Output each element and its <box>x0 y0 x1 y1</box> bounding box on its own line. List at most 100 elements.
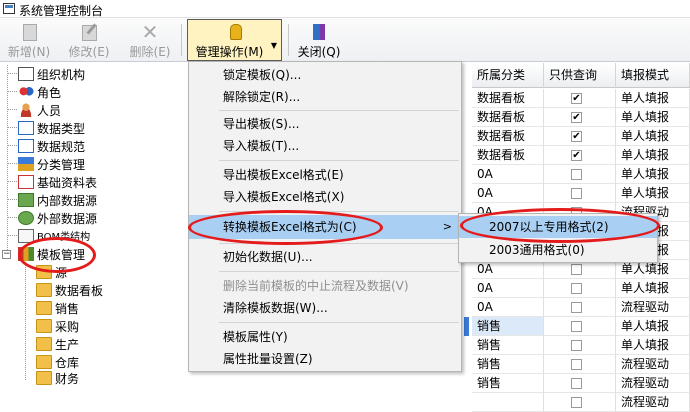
query-only-checkbox[interactable] <box>571 283 582 294</box>
query-only-checkbox[interactable]: ✔ <box>571 150 582 161</box>
menu-item-clear-data[interactable]: 清除模板数据(W)... <box>189 297 461 319</box>
table-row[interactable]: 销售 流程驱动 <box>472 355 690 374</box>
cell-fill-mode[interactable]: 单人填报 <box>616 108 690 127</box>
cell-query-only <box>544 336 616 355</box>
cell-category[interactable]: 0A <box>472 184 544 203</box>
title-bar: 系统管理控制台 <box>0 0 690 18</box>
cell-fill-mode[interactable]: 单人填报 <box>616 165 690 184</box>
delete-button[interactable]: ✕ 删除(E) <box>125 20 175 60</box>
bom-icon <box>18 229 34 243</box>
cell-category[interactable]: 销售 <box>472 355 544 374</box>
cell-fill-mode[interactable]: 单人填报 <box>616 89 690 108</box>
app-icon <box>3 3 15 14</box>
query-only-checkbox[interactable] <box>571 188 582 199</box>
menu-item-import-excel[interactable]: 导入模板Excel格式(X) <box>189 186 461 208</box>
table-row[interactable]: 0A 流程驱动 <box>472 298 690 317</box>
cell-fill-mode[interactable]: 流程驱动 <box>616 393 690 412</box>
cell-query-only <box>544 279 616 298</box>
cell-category[interactable]: 数据看板 <box>472 89 544 108</box>
table-row[interactable]: 销售 流程驱动 <box>472 374 690 393</box>
cell-query-only: ✔ <box>544 146 616 165</box>
table-row[interactable]: 数据看板 ✔ 单人填报 <box>472 146 690 165</box>
collapse-toggle[interactable]: − <box>2 250 11 259</box>
cell-fill-mode[interactable]: 流程驱动 <box>616 298 690 317</box>
cell-query-only <box>544 184 616 203</box>
cell-fill-mode[interactable]: 单人填报 <box>616 279 690 298</box>
cell-query-only <box>544 374 616 393</box>
cell-fill-mode[interactable]: 流程驱动 <box>616 355 690 374</box>
cell-fill-mode[interactable]: 单人填报 <box>616 336 690 355</box>
submenu-item-2003[interactable]: 2003通用格式(0) <box>459 239 657 261</box>
menu-item-delete-aborted[interactable]: 删除当前模板的中止流程及数据(V) <box>189 275 461 297</box>
folder-icon <box>36 265 52 279</box>
cell-category[interactable]: 销售 <box>472 374 544 393</box>
menu-item-init-data[interactable]: 初始化数据(U)... <box>189 246 461 268</box>
query-only-checkbox[interactable] <box>571 340 582 351</box>
cell-query-only: ✔ <box>544 127 616 146</box>
manage-icon <box>224 23 246 41</box>
folder-icon <box>36 355 52 369</box>
query-only-checkbox[interactable] <box>571 321 582 332</box>
submenu-arrow-icon: > <box>442 220 452 233</box>
menu-item-export-excel[interactable]: 导出模板Excel格式(E) <box>189 164 461 186</box>
new-button[interactable]: 新增(N) <box>4 20 54 60</box>
cell-category[interactable]: 0A <box>472 165 544 184</box>
query-only-checkbox[interactable] <box>571 397 582 408</box>
cell-query-only <box>544 298 616 317</box>
cell-query-only: ✔ <box>544 108 616 127</box>
close-door-icon <box>308 23 330 41</box>
cell-category[interactable]: 销售 <box>472 336 544 355</box>
cell-fill-mode[interactable]: 单人填报 <box>616 146 690 165</box>
cell-query-only <box>544 393 616 412</box>
query-only-checkbox[interactable] <box>571 264 582 275</box>
menu-item-lock-template[interactable]: 锁定模板(Q)... <box>189 64 461 86</box>
cell-category[interactable]: 0A <box>472 298 544 317</box>
cell-fill-mode[interactable]: 流程驱动 <box>616 374 690 393</box>
table-row[interactable]: 0A 单人填报 <box>472 184 690 203</box>
cell-category[interactable]: 数据看板 <box>472 108 544 127</box>
menu-item-export-template[interactable]: 导出模板(S)... <box>189 113 461 135</box>
table-row[interactable]: 流程驱动 <box>472 393 690 412</box>
cell-fill-mode[interactable]: 单人填报 <box>616 184 690 203</box>
query-only-checkbox[interactable]: ✔ <box>571 131 582 142</box>
org-chart-icon <box>18 67 34 81</box>
menu-item-convert-excel[interactable]: 转换模板Excel格式为(C) > <box>189 215 461 239</box>
cell-fill-mode[interactable]: 单人填报 <box>616 127 690 146</box>
cell-category[interactable]: 数据看板 <box>472 127 544 146</box>
folder-icon <box>36 371 52 385</box>
submenu-item-2007[interactable]: 2007以上专用格式(2) <box>459 216 657 238</box>
manage-ops-button[interactable]: 管理操作(M) ▼ <box>187 19 282 61</box>
cell-category[interactable]: 销售 <box>472 317 544 336</box>
edit-button[interactable]: 修改(E) <box>64 20 114 60</box>
table-row[interactable]: 数据看板 ✔ 单人填报 <box>472 89 690 108</box>
roles-icon <box>18 85 34 99</box>
query-only-checkbox[interactable] <box>571 169 582 180</box>
cell-fill-mode[interactable]: 单人填报 <box>616 317 690 336</box>
cell-query-only: ✔ <box>544 89 616 108</box>
query-only-checkbox[interactable] <box>571 302 582 313</box>
template-icon <box>18 247 34 261</box>
query-only-checkbox[interactable] <box>571 359 582 370</box>
column-header-category[interactable]: 所属分类 <box>472 63 544 88</box>
menu-item-template-props[interactable]: 模板属性(Y) <box>189 326 461 348</box>
cell-category[interactable]: 0A <box>472 279 544 298</box>
external-source-icon <box>18 211 34 225</box>
query-only-checkbox[interactable]: ✔ <box>571 112 582 123</box>
menu-item-import-template[interactable]: 导入模板(T)... <box>189 135 461 157</box>
query-only-checkbox[interactable]: ✔ <box>571 93 582 104</box>
column-header-query-only[interactable]: 只供查询 <box>544 63 616 88</box>
table-row[interactable]: 销售 单人填报 <box>464 317 690 336</box>
menu-item-batch-props[interactable]: 属性批量设置(Z) <box>189 348 461 370</box>
table-row[interactable]: 数据看板 ✔ 单人填报 <box>472 108 690 127</box>
toolbar-separator <box>288 24 289 56</box>
table-row[interactable]: 数据看板 ✔ 单人填报 <box>472 127 690 146</box>
cell-category[interactable]: 数据看板 <box>472 146 544 165</box>
column-header-fill-mode[interactable]: 填报模式 <box>616 63 690 88</box>
menu-item-unlock[interactable]: 解除锁定(R)... <box>189 86 461 108</box>
table-row[interactable]: 销售 单人填报 <box>472 336 690 355</box>
table-row[interactable]: 0A 单人填报 <box>472 165 690 184</box>
cell-category[interactable] <box>472 393 544 412</box>
close-button[interactable]: 关闭(Q) <box>294 20 344 60</box>
table-row[interactable]: 0A 单人填报 <box>472 279 690 298</box>
convert-format-submenu: 2007以上专用格式(2) 2003通用格式(0) <box>458 213 658 263</box>
